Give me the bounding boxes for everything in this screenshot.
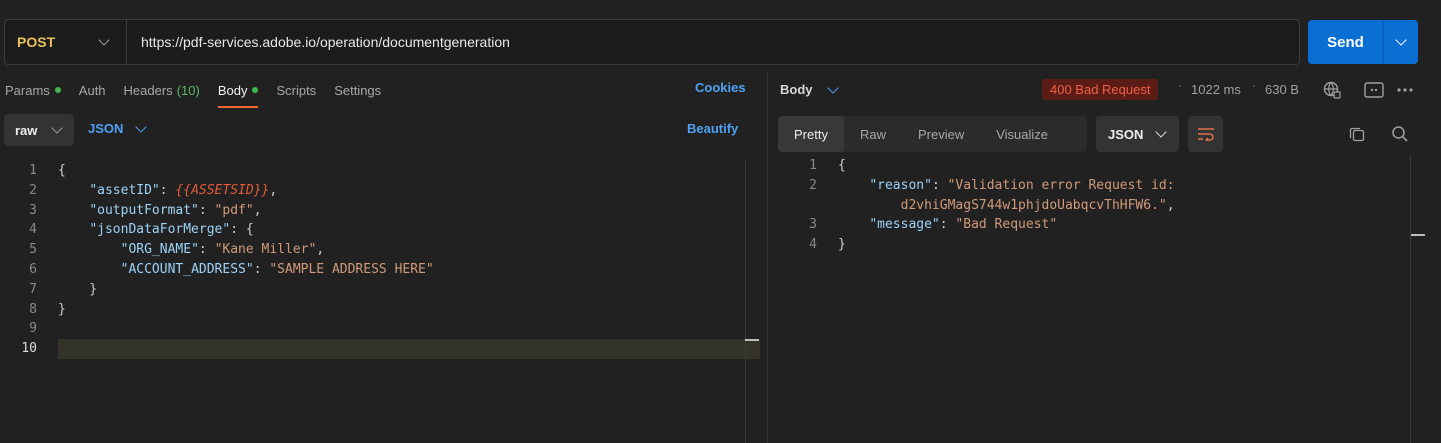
response-time[interactable]: 1022 ms xyxy=(1191,82,1241,97)
body-active-dot xyxy=(252,87,259,93)
network-globe-icon[interactable] xyxy=(1322,80,1342,100)
scrollbar-marker xyxy=(745,339,759,341)
status-badge[interactable]: 400 Bad Request xyxy=(1042,79,1159,100)
send-options-button[interactable] xyxy=(1383,20,1418,64)
chevron-down-icon xyxy=(98,34,110,46)
wrap-icon xyxy=(1197,128,1214,141)
method-label: POST xyxy=(17,34,56,50)
code-line: 2 "assetID": {{ASSETSID}}, xyxy=(29,182,278,198)
url-input[interactable]: https://pdf-services.adobe.io/operation/… xyxy=(127,34,510,50)
body-mode-select[interactable]: raw xyxy=(4,114,74,146)
tab-preview[interactable]: Preview xyxy=(902,116,980,152)
tab-raw[interactable]: Raw xyxy=(844,116,902,152)
tab-visualize[interactable]: Visualize xyxy=(980,116,1064,152)
request-body-editor[interactable]: 1{ 2 "assetID": {{ASSETSID}}, 3 "outputF… xyxy=(0,161,760,359)
copy-icon[interactable] xyxy=(1347,124,1367,144)
code-line: 2 "reason": "Validation error Request id… xyxy=(809,177,1175,193)
headers-count: (10) xyxy=(176,82,200,98)
body-format-select[interactable]: JSON xyxy=(88,120,148,136)
code-line: 7 } xyxy=(29,281,98,297)
tab-headers[interactable]: Headers (10) xyxy=(124,80,200,100)
response-view-tabs: Pretty Raw Preview Visualize xyxy=(778,116,1087,152)
wrap-lines-button[interactable] xyxy=(1188,116,1223,152)
code-line: 4} xyxy=(809,237,846,253)
tab-auth[interactable]: Auth xyxy=(79,80,106,100)
request-tabs: Params Auth Headers (10) Body Scripts Set… xyxy=(5,80,381,108)
beautify-button[interactable]: Beautify xyxy=(687,121,738,136)
chevron-down-icon xyxy=(1395,34,1407,46)
code-line: 1{ xyxy=(809,158,846,173)
code-line: d2vhiGMagS744w1phjdoUabqcvThHFW6.", xyxy=(900,197,1175,213)
code-line: 5 "ORG_NAME": "Kane Miller", xyxy=(29,242,325,258)
code-line: 1{ xyxy=(29,163,66,178)
code-line: 3 "message": "Bad Request" xyxy=(809,217,1058,233)
code-line: 8} xyxy=(29,301,66,317)
chevron-down-icon xyxy=(51,122,63,134)
response-format-select[interactable]: JSON xyxy=(1096,116,1179,152)
request-url-bar: POST https://pdf-services.adobe.io/opera… xyxy=(4,19,1300,65)
separator-dot: · xyxy=(1252,78,1257,93)
pane-divider[interactable] xyxy=(767,72,768,443)
code-line: 9 xyxy=(29,321,37,337)
send-button[interactable]: Send xyxy=(1308,20,1383,64)
code-line: 3 "outputFormat": "pdf", xyxy=(29,202,262,218)
chevron-down-icon xyxy=(826,81,839,94)
code-line-current: 10 xyxy=(0,339,760,359)
cookies-link[interactable]: Cookies xyxy=(695,80,746,95)
response-body-select[interactable]: Body xyxy=(780,81,839,97)
params-active-dot xyxy=(54,87,61,93)
code-line: 4 "jsonDataForMerge": { xyxy=(29,222,254,238)
tab-params[interactable]: Params xyxy=(5,80,61,100)
chevron-down-icon xyxy=(135,120,148,133)
scrollbar-marker xyxy=(1411,234,1425,236)
method-select[interactable]: POST xyxy=(5,20,127,64)
request-editor-scrollbar[interactable] xyxy=(745,160,746,443)
send-button-group: Send xyxy=(1308,20,1418,64)
code-line: 6 "ACCOUNT_ADDRESS": "SAMPLE ADDRESS HER… xyxy=(29,261,434,277)
more-options-icon[interactable] xyxy=(1395,80,1415,100)
tab-pretty[interactable]: Pretty xyxy=(778,116,844,152)
separator-dot: · xyxy=(1178,78,1183,93)
response-body-viewer[interactable]: 1{ 2 "reason": "Validation error Request… xyxy=(780,156,1410,255)
example-icon[interactable] xyxy=(1363,80,1385,100)
tab-scripts[interactable]: Scripts xyxy=(276,80,316,100)
tab-settings[interactable]: Settings xyxy=(334,80,381,100)
response-scrollbar[interactable] xyxy=(1410,156,1411,443)
response-size[interactable]: 630 B xyxy=(1265,82,1299,97)
tab-body[interactable]: Body xyxy=(217,80,259,108)
search-icon[interactable] xyxy=(1390,124,1410,144)
chevron-down-icon xyxy=(1155,126,1167,138)
